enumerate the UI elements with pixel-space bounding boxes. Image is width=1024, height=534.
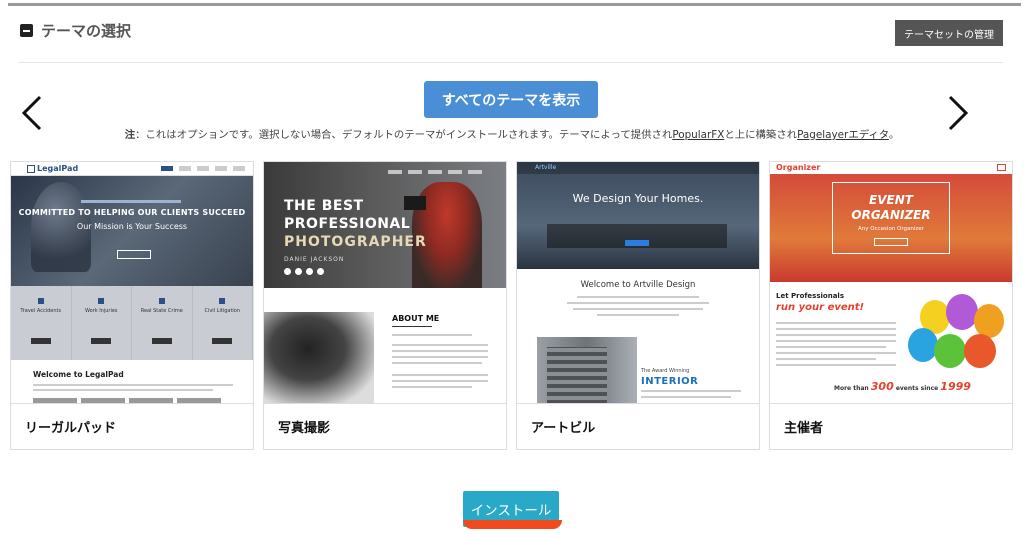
- section-title: テーマの選択: [41, 22, 132, 40]
- preview-text-line: [392, 386, 472, 388]
- preview-menu: [388, 170, 482, 174]
- preview-text-line: [392, 374, 488, 376]
- note-text-1: ：これはオプションです。選択しない場合、デフォルトのテーマがインストールされます…: [135, 129, 673, 141]
- balloon-icon: [974, 304, 1004, 338]
- preview-text-line: [776, 334, 896, 336]
- social-icons: [284, 268, 324, 275]
- preview-event-line-2: ORGANIZER: [851, 208, 931, 222]
- preview-text-line: [392, 362, 482, 364]
- preview-welcome: Welcome to LegalPad: [33, 370, 124, 379]
- show-all-themes-button[interactable]: すべてのテーマを表示: [424, 81, 598, 118]
- theme-thumbnail[interactable]: THE BEST PROFESSIONAL PHOTOGRAPHER DANIE…: [264, 162, 506, 404]
- building-image: [537, 337, 637, 403]
- balloon-icon: [964, 334, 996, 368]
- balloon-icon: [934, 334, 966, 368]
- preview-author: DANIE JACKSON: [284, 256, 345, 263]
- preview-text-line: [567, 302, 709, 304]
- preview-text-line: [81, 200, 181, 203]
- preview-underline: [392, 326, 432, 327]
- preview-text-line: [33, 389, 213, 391]
- manage-theme-sets-button[interactable]: テーマセットの管理: [895, 20, 1003, 46]
- preview-tagline: Any Occasion Organizer: [858, 226, 924, 232]
- preview-text-line: [641, 396, 731, 398]
- camera-icon: [404, 196, 426, 210]
- feature-item: Real State Crime: [132, 286, 193, 360]
- theme-card-artville[interactable]: Artville We Design Your Homes. Welcome t…: [516, 161, 760, 450]
- note-text-2: と上に構築され: [724, 129, 798, 141]
- preview-text-line: [776, 322, 896, 324]
- preview-text-line: [776, 328, 896, 330]
- preview-line-2: PROFESSIONAL: [284, 216, 411, 232]
- menu-icon: [997, 164, 1006, 171]
- preview-text-line: [597, 314, 679, 316]
- theme-name: リーガルパッド: [25, 421, 117, 436]
- preview-logo: Artville: [535, 164, 557, 171]
- preview-hero: [517, 162, 759, 269]
- preview-menu: [161, 166, 245, 171]
- preview-text-line: [392, 344, 488, 346]
- preview-award: The Award Winning: [641, 368, 690, 374]
- preview-features: Travel Accidents Work Injuries Real Stat…: [11, 286, 253, 360]
- pagelayer-link[interactable]: Pagelayerエディタ: [797, 129, 889, 141]
- theme-list: LegalPad COMMITTED TO HELPING OUR CLIENT…: [10, 161, 1013, 450]
- preview-text-line: [577, 296, 699, 298]
- preview-lead: Let Professionals: [776, 292, 844, 300]
- theme-name: 主催者: [784, 421, 824, 436]
- preview-about: ABOUT ME: [392, 314, 440, 323]
- preview-text-line: [392, 356, 488, 358]
- preview-text-line: [392, 334, 472, 336]
- preview-text-line: [776, 364, 896, 366]
- install-highlight-mark: [463, 520, 562, 529]
- popularfx-link[interactable]: PopularFX: [672, 129, 724, 141]
- note-prefix: 注: [124, 129, 136, 141]
- preview-headline: COMMITTED TO HELPING OUR CLIENTS SUCCEED: [18, 208, 246, 217]
- theme-card-legalpad[interactable]: LegalPad COMMITTED TO HELPING OUR CLIENT…: [10, 161, 254, 450]
- theme-card-photographer[interactable]: THE BEST PROFESSIONAL PHOTOGRAPHER DANIE…: [263, 161, 507, 450]
- balloon-icon: [908, 328, 938, 362]
- balloon-icon: [946, 294, 978, 330]
- preview-text-line: [776, 358, 876, 360]
- portrait-image: [264, 312, 374, 403]
- scale-icon: [27, 165, 35, 173]
- preview-cta: [117, 250, 151, 259]
- preview-text-line: [33, 384, 233, 386]
- preview-images: [33, 398, 221, 403]
- top-rule: [8, 3, 1021, 6]
- preview-text-line: [776, 340, 896, 342]
- header-divider: [18, 62, 1003, 63]
- preview-line-1: THE BEST: [284, 198, 364, 214]
- preview-cta: [874, 238, 908, 246]
- theme-card-organizer[interactable]: Organizer EVENT ORGANIZER Any Occasion O…: [769, 161, 1013, 450]
- theme-thumbnail[interactable]: Artville We Design Your Homes. Welcome t…: [517, 162, 759, 404]
- preview-text-line: [641, 390, 741, 392]
- section-header[interactable]: テーマの選択: [20, 20, 131, 41]
- preview-text-line: [776, 346, 886, 348]
- preview-headline: We Design Your Homes.: [572, 192, 704, 205]
- preview-welcome: Welcome to Artville Design: [580, 280, 696, 290]
- preview-logo: LegalPad: [37, 164, 79, 173]
- preview-text-line: [573, 308, 703, 310]
- preview-logo: Organizer: [776, 163, 821, 172]
- theme-name: アートビル: [531, 421, 596, 436]
- preview-interior: INTERIOR: [641, 376, 699, 387]
- preview-cta: [625, 240, 649, 246]
- feature-item: Civil Litigation: [193, 286, 253, 360]
- theme-thumbnail[interactable]: LegalPad COMMITTED TO HELPING OUR CLIENT…: [11, 162, 253, 404]
- preview-subheadline: Our Mission is Your Success: [76, 222, 188, 231]
- note-text-3: 。: [888, 129, 900, 141]
- preview-text-line: [776, 352, 896, 354]
- preview-text-line: [392, 350, 488, 352]
- preview-text-line: [392, 380, 488, 382]
- feature-item: Work Injuries: [72, 286, 132, 360]
- feature-item: Travel Accidents: [11, 286, 72, 360]
- preview-line-3: PHOTOGRAPHER: [284, 234, 427, 250]
- theme-note: 注：これはオプションです。選択しない場合、デフォルトのテーマがインストールされま…: [0, 126, 1024, 141]
- theme-name: 写真撮影: [278, 421, 331, 436]
- preview-run: run your event!: [776, 302, 865, 313]
- preview-event-line-1: EVENT: [869, 193, 913, 207]
- preview-stat: More than 300 events since 1999: [834, 380, 971, 393]
- theme-thumbnail[interactable]: Organizer EVENT ORGANIZER Any Occasion O…: [770, 162, 1012, 404]
- collapse-icon[interactable]: [20, 24, 33, 37]
